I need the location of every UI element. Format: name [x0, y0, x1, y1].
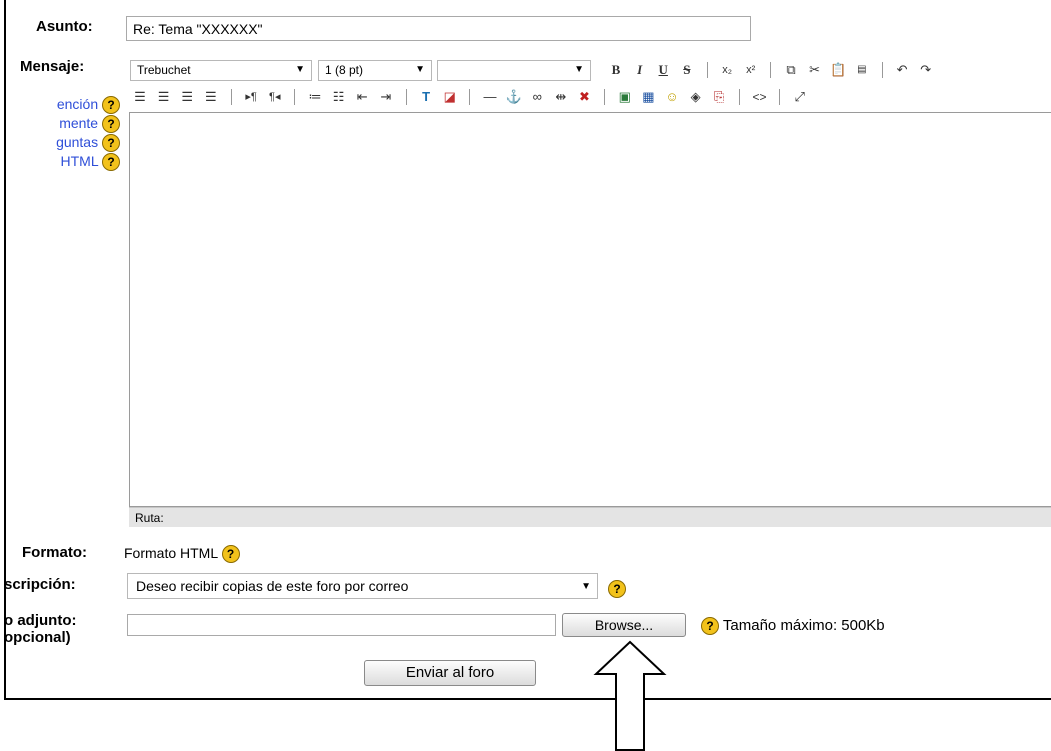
message-editor[interactable] [129, 112, 1051, 507]
rtl-icon[interactable]: ¶◂ [267, 90, 283, 103]
html-source-icon[interactable]: <> [752, 90, 768, 104]
help-icon[interactable]: ? [102, 96, 120, 115]
anchor-icon[interactable]: ⚓ [506, 89, 522, 105]
help-icon[interactable]: ? [221, 545, 240, 564]
help-icon[interactable]: ? [102, 134, 120, 153]
max-size-wrap: ? Tamaño máximo: 500Kb [701, 617, 885, 636]
paste-icon[interactable]: 📋 [830, 62, 846, 78]
redo-icon[interactable]: ↷ [918, 62, 934, 78]
font-select-value: Trebuchet [137, 63, 191, 77]
format-value: Formato HTML [124, 545, 218, 561]
toolbar-separator [230, 88, 232, 105]
help-link-1[interactable]: ención ? [56, 96, 120, 115]
help-icon[interactable]: ? [608, 580, 626, 598]
copy-icon[interactable]: ⧉ [783, 62, 799, 78]
toolbar-separator [779, 88, 781, 105]
image-icon[interactable]: ▣ [617, 89, 633, 105]
submit-button[interactable]: Enviar al foro [364, 660, 536, 686]
align-center-icon[interactable]: ☰ [156, 89, 172, 105]
path-label: Ruta: [135, 511, 164, 525]
toolbar-separator [738, 88, 740, 105]
attachment-file-input[interactable] [127, 614, 556, 636]
italic-icon[interactable]: I [632, 62, 648, 78]
indent-icon[interactable]: ⇥ [378, 89, 394, 105]
help-link-text: HTML [60, 153, 99, 169]
toolbar-row-2: ☰ ☰ ☰ ☰ ▸¶ ¶◂ ≔ ☷ ⇤ ⇥ T ◪ — ⚓ ∞ ⇹ ✖ ▣ ▦ … [130, 88, 810, 105]
subscription-select[interactable]: Deseo recibir copias de este foro por co… [127, 573, 598, 599]
toolbar-row-1: B I U S x₂ x² ⧉ ✂ 📋 ▤ ↶ ↷ [606, 61, 936, 78]
attachment-optional-label: opcional) [4, 629, 71, 646]
size-select[interactable]: 1 (8 pt) ▼ [318, 60, 432, 81]
text-color-icon[interactable]: T [418, 89, 434, 104]
align-right-icon[interactable]: ☰ [179, 89, 195, 105]
unlink-icon[interactable]: ✖ [577, 89, 593, 105]
unordered-list-icon[interactable]: ☷ [331, 89, 347, 105]
horizontal-rule-icon[interactable]: — [482, 89, 498, 104]
ordered-list-icon[interactable]: ≔ [307, 89, 323, 105]
subscript-icon[interactable]: x₂ [719, 64, 735, 76]
underline-icon[interactable]: U [655, 62, 671, 78]
help-link-text: mente [59, 115, 99, 131]
help-icon[interactable]: ? [701, 617, 719, 636]
nolink-icon[interactable]: ⇹ [553, 89, 569, 105]
table-icon[interactable]: ▦ [640, 89, 656, 105]
style-select[interactable]: ▼ [437, 60, 591, 81]
arrow-up-icon [593, 640, 667, 751]
max-size-text: Tamaño máximo: 500Kb [722, 617, 885, 634]
toolbar-separator [405, 88, 407, 105]
toolbar-separator [604, 88, 606, 105]
link-icon[interactable]: ∞ [529, 89, 545, 104]
subscription-label: scripción: [4, 576, 76, 593]
align-left-icon[interactable]: ☰ [132, 89, 148, 105]
paste-word-icon[interactable]: ▤ [854, 64, 870, 75]
format-label: Formato: [22, 544, 87, 561]
outdent-icon[interactable]: ⇤ [354, 89, 370, 105]
help-link-text: ención [56, 96, 99, 112]
help-link-3[interactable]: guntas ? [56, 134, 120, 153]
strikethrough-icon[interactable]: S [679, 62, 695, 78]
help-link-text: guntas [56, 134, 99, 150]
forum-post-form: Asunto: Mensaje: ención ? mente ? guntas… [4, 0, 1051, 700]
fullscreen-icon[interactable]: ⤢ [792, 89, 808, 105]
ltr-icon[interactable]: ▸¶ [243, 90, 259, 103]
help-link-4[interactable]: HTML ? [60, 153, 120, 172]
smiley-icon[interactable]: ☺ [664, 89, 680, 104]
size-select-value: 1 (8 pt) [325, 63, 364, 77]
attachment-label: o adjunto: [4, 612, 77, 629]
message-label: Mensaje: [20, 58, 85, 75]
chevron-down-icon: ▼ [415, 64, 425, 75]
font-select[interactable]: Trebuchet ▼ [130, 60, 312, 81]
help-links: ención ? mente ? guntas ? HTML ? [6, 96, 120, 176]
superscript-icon[interactable]: x² [743, 64, 759, 76]
toolbar-separator [881, 61, 883, 78]
help-icon[interactable]: ? [102, 115, 120, 134]
chevron-down-icon: ▼ [581, 581, 591, 592]
subject-input[interactable] [126, 16, 751, 41]
editor-path-bar: Ruta: [129, 507, 1051, 527]
browse-button[interactable]: Browse... [562, 613, 686, 637]
toolbar-separator [770, 61, 772, 78]
chevron-down-icon: ▼ [295, 64, 305, 75]
bold-icon[interactable]: B [608, 62, 624, 78]
cut-icon[interactable]: ✂ [807, 62, 823, 78]
search-replace-icon[interactable]: ⎘ [711, 89, 727, 105]
toolbar-separator [294, 88, 296, 105]
chevron-down-icon: ▼ [574, 64, 584, 75]
help-icon[interactable]: ? [102, 153, 120, 172]
help-link-2[interactable]: mente ? [59, 115, 120, 134]
subscription-select-value: Deseo recibir copias de este foro por co… [136, 578, 409, 594]
background-color-icon[interactable]: ◪ [442, 89, 458, 105]
format-value-wrap: Formato HTML ? [124, 545, 240, 564]
special-char-icon[interactable]: ◈ [688, 89, 704, 105]
justify-icon[interactable]: ☰ [203, 89, 219, 105]
toolbar-separator [706, 61, 708, 78]
undo-icon[interactable]: ↶ [894, 62, 910, 78]
subject-label: Asunto: [36, 18, 93, 35]
toolbar-separator [469, 88, 471, 105]
